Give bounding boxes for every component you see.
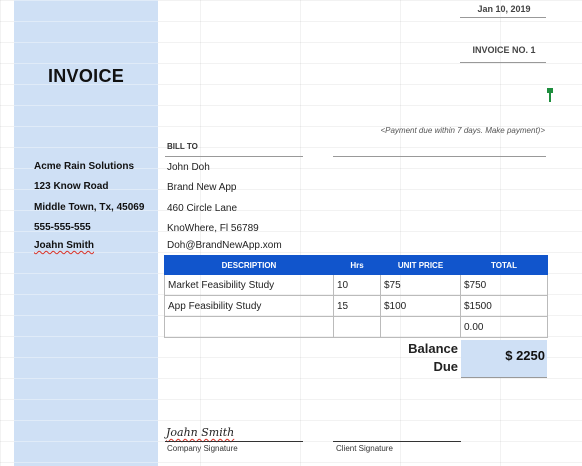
cell-unit-price[interactable]: $100 [380, 295, 461, 317]
client-signature-line [333, 441, 461, 442]
client-signature-label: Client Signature [336, 444, 393, 453]
cell-unit-price[interactable]: $75 [380, 274, 461, 296]
cell-description[interactable] [164, 316, 334, 338]
cell-hrs[interactable]: 10 [333, 274, 381, 296]
client-email[interactable]: Doh@BrandNewApp.xom [167, 240, 282, 251]
table-row: 0.00 [164, 316, 548, 338]
client-city[interactable]: KnoWhere, Fl 56789 [167, 223, 259, 234]
company-signature-label: Company Signature [167, 444, 238, 453]
table-row: Market Feasibility Study 10 $75 $750 [164, 274, 548, 296]
cell-hrs[interactable] [333, 316, 381, 338]
column-header-total[interactable]: TOTAL [460, 255, 548, 275]
column-header-description[interactable]: DESCRIPTION [164, 255, 334, 275]
seller-address[interactable]: 123 Know Road [34, 181, 108, 192]
line-items-table: DESCRIPTION Hrs UNIT PRICE TOTAL Market … [164, 255, 548, 338]
cell-description[interactable]: Market Feasibility Study [164, 274, 334, 296]
bill-to-underline [165, 156, 303, 157]
balance-due-label: Balance Due [408, 341, 458, 374]
column-header-unit-price[interactable]: UNIT PRICE [380, 255, 461, 275]
balance-due-value: $ 2250 [505, 348, 545, 363]
client-company[interactable]: Brand New App [167, 182, 237, 193]
cell-description[interactable]: App Feasibility Study [164, 295, 334, 317]
seller-name[interactable]: Acme Rain Solutions [34, 161, 134, 172]
bill-to-label: BILL TO [167, 142, 198, 151]
table-row: App Feasibility Study 15 $100 $1500 [164, 295, 548, 317]
company-signature-line [165, 441, 303, 442]
cell-total[interactable]: 0.00 [460, 316, 548, 338]
client-name[interactable]: John Doh [167, 162, 210, 173]
invoice-number-underline [460, 62, 546, 63]
cell-total[interactable]: $750 [460, 274, 548, 296]
table-header-row: DESCRIPTION Hrs UNIT PRICE TOTAL [164, 255, 548, 275]
payment-note[interactable]: <Payment due within 7 days. Make payment… [333, 126, 545, 135]
invoice-number[interactable]: INVOICE NO. 1 [462, 45, 546, 55]
seller-phone[interactable]: 555-555-555 [34, 222, 91, 233]
seller-city[interactable]: Middle Town, Tx, 45069 [34, 202, 144, 213]
cell-total[interactable]: $1500 [460, 295, 548, 317]
date-underline [460, 17, 546, 18]
invoice-title: INVOICE [47, 66, 125, 86]
cell-unit-price[interactable] [380, 316, 461, 338]
client-address[interactable]: 460 Circle Lane [167, 203, 237, 214]
cell-hrs[interactable]: 15 [333, 295, 381, 317]
company-signature-name[interactable]: Joahn Smith [166, 426, 234, 439]
invoice-date[interactable]: Jan 10, 2019 [462, 4, 546, 14]
payment-note-underline [333, 156, 546, 157]
seller-contact[interactable]: Joahn Smith [34, 240, 94, 251]
cell-cursor-marker-icon[interactable] [547, 88, 553, 102]
column-header-hrs[interactable]: Hrs [333, 255, 381, 275]
